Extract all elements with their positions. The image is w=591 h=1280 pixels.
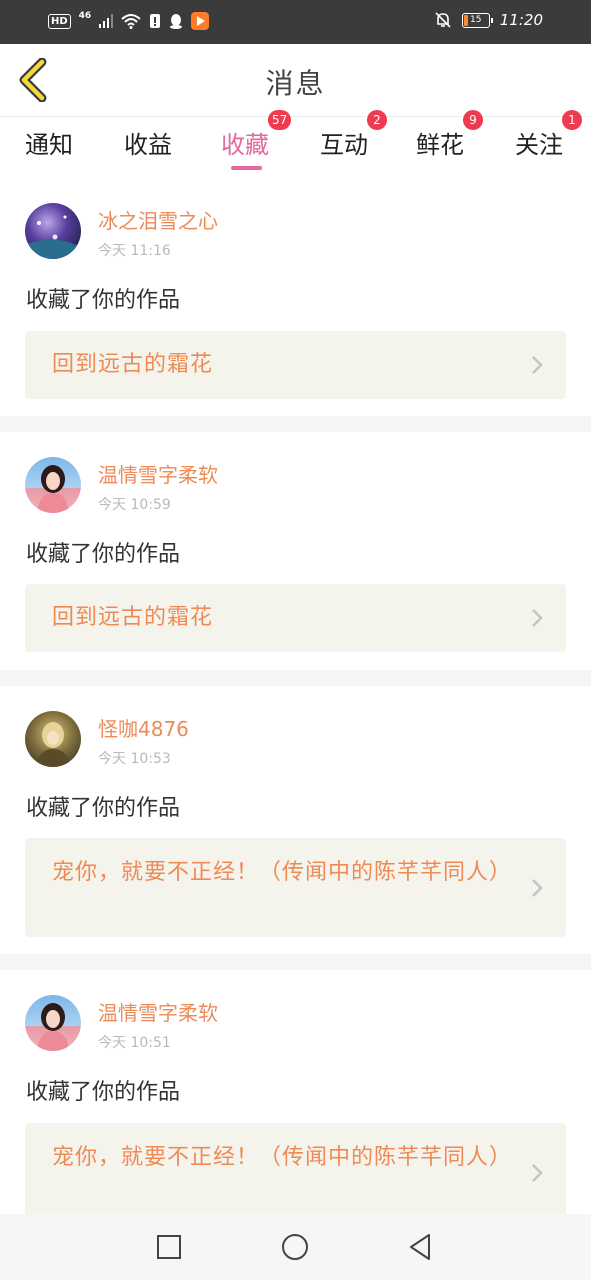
system-nav-bar <box>0 1214 591 1280</box>
message-time: 今天 10:53 <box>98 751 171 767</box>
avatar[interactable] <box>25 457 81 513</box>
message-time: 今天 11:16 <box>98 243 171 259</box>
tab-earnings[interactable]: 收益 <box>124 125 172 160</box>
work-title: 回到远古的霜花 <box>52 352 214 377</box>
username[interactable]: 温情雪字柔软 <box>98 459 218 488</box>
work-title: 宠你，就要不正经！（传闻中的陈芊芊同人） <box>52 860 513 885</box>
tab-interactions[interactable]: 互动 <box>320 125 368 160</box>
username[interactable]: 怪咖4876 <box>98 713 189 742</box>
hd-indicator: HD <box>48 13 71 29</box>
work-title: 回到远古的霜花 <box>52 605 214 630</box>
interactions-count-badge: 2 <box>367 110 387 130</box>
avatar[interactable] <box>25 203 81 259</box>
tab-favorites[interactable]: 收藏 <box>221 125 269 160</box>
back-icon[interactable] <box>405 1232 435 1262</box>
message-time: 今天 10:59 <box>98 497 171 513</box>
divider <box>0 416 591 432</box>
tab-flowers[interactable]: 鲜花 <box>416 125 464 160</box>
home-icon[interactable] <box>280 1232 310 1262</box>
active-tab-indicator <box>231 166 262 170</box>
video-app-icon <box>191 12 210 30</box>
follows-count-badge: 1 <box>562 110 582 130</box>
network-type: 46 <box>78 11 92 21</box>
status-right: 15 11:20 <box>434 11 543 29</box>
message-item: 温情雪字柔软 今天 10:51 收藏了你的作品 宠你，就要不正经！（传闻中的陈芊… <box>0 970 591 1214</box>
signal-icon <box>99 14 114 28</box>
tab-follows[interactable]: 关注 <box>515 125 563 160</box>
battery-level: 15 <box>470 14 482 25</box>
battery-icon: 15 <box>461 12 493 28</box>
page-title: 消息 <box>265 67 326 100</box>
status-bar: HD 46 15 11:20 <box>0 0 591 44</box>
status-time: 11:20 <box>499 11 543 29</box>
app-header: 消息 <box>0 44 591 117</box>
divider <box>0 954 591 970</box>
message-action: 收藏了你的作品 <box>26 796 181 821</box>
message-action: 收藏了你的作品 <box>26 1080 181 1105</box>
avatar-image <box>37 465 69 513</box>
chevron-right-icon <box>532 609 543 627</box>
work-link[interactable]: 宠你，就要不正经！（传闻中的陈芊芊同人） <box>25 1123 566 1214</box>
message-item: 怪咖4876 今天 10:53 收藏了你的作品 宠你，就要不正经！（传闻中的陈芊… <box>0 686 591 954</box>
avatar-image <box>25 215 81 259</box>
work-title: 宠你，就要不正经！（传闻中的陈芊芊同人） <box>52 1145 513 1170</box>
message-time: 今天 10:51 <box>98 1035 171 1051</box>
tab-notifications[interactable]: 通知 <box>25 125 73 160</box>
work-link[interactable]: 回到远古的霜花 <box>25 584 566 652</box>
sim-alert-icon <box>150 14 161 28</box>
message-action: 收藏了你的作品 <box>26 542 181 567</box>
recent-apps-icon[interactable] <box>154 1232 184 1262</box>
chevron-right-icon <box>532 879 543 897</box>
mute-bell-icon <box>435 12 451 28</box>
favorites-count-badge: 57 <box>268 110 292 130</box>
flowers-count-badge: 9 <box>463 110 483 130</box>
avatar-image <box>35 722 71 767</box>
avatar[interactable] <box>25 995 81 1051</box>
message-tabs: 通知 收益 收藏 57 互动 2 鲜花 9 关注 1 <box>0 110 591 175</box>
message-item: 温情雪字柔软 今天 10:59 收藏了你的作品 回到远古的霜花 <box>0 432 591 670</box>
divider <box>0 670 591 686</box>
username[interactable]: 温情雪字柔软 <box>98 997 218 1026</box>
work-link[interactable]: 宠你，就要不正经！（传闻中的陈芊芊同人） <box>25 838 566 937</box>
qq-icon <box>170 14 183 29</box>
avatar[interactable] <box>25 711 81 767</box>
message-item: 冰之泪雪之心 今天 11:16 收藏了你的作品 回到远古的霜花 <box>0 176 591 416</box>
chevron-right-icon <box>532 1164 543 1182</box>
wifi-icon <box>121 14 141 29</box>
avatar-image <box>37 1003 69 1051</box>
username[interactable]: 冰之泪雪之心 <box>98 205 218 234</box>
message-action: 收藏了你的作品 <box>26 288 181 313</box>
status-left: HD 46 <box>48 11 210 30</box>
work-link[interactable]: 回到远古的霜花 <box>25 331 566 399</box>
chevron-right-icon <box>532 356 543 374</box>
